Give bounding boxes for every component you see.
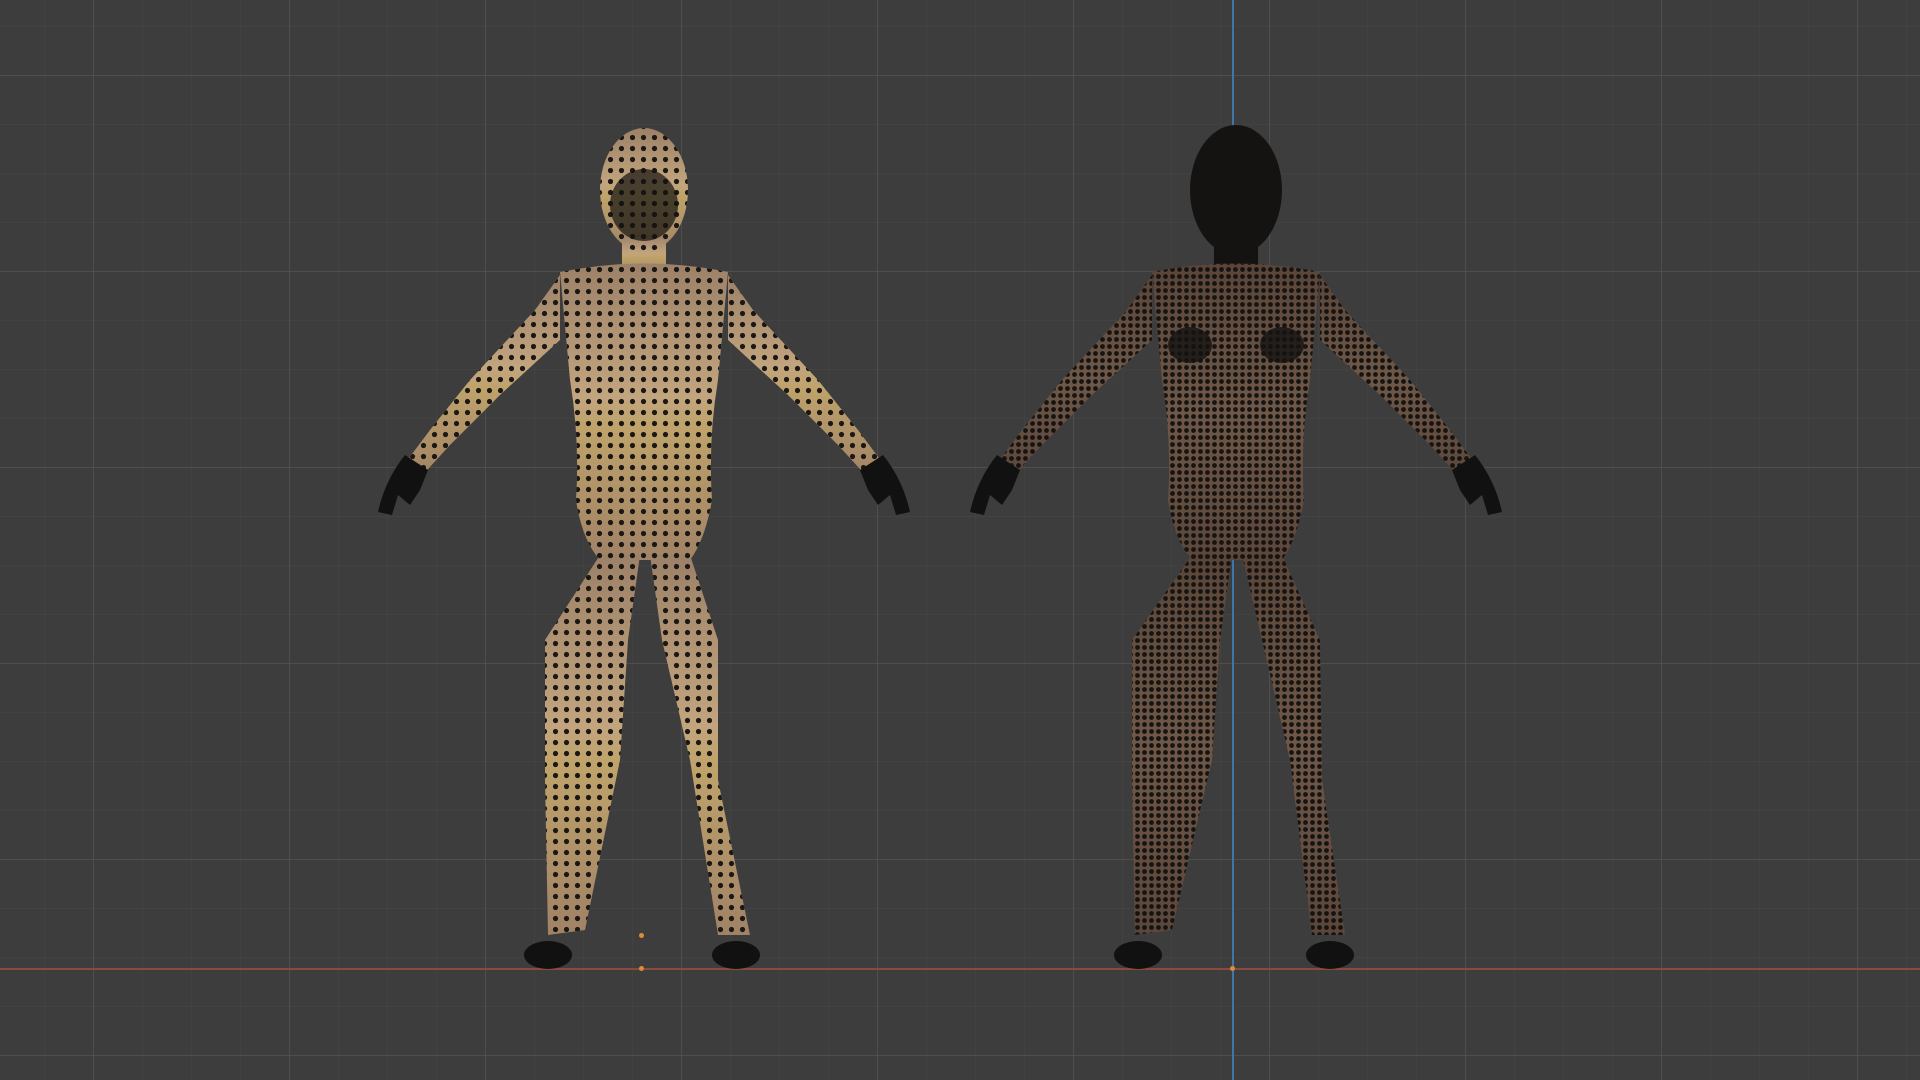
3d-viewport[interactable] [0,0,1920,1080]
origin-marker[interactable] [639,933,644,938]
origin-marker[interactable] [1230,966,1235,971]
dark-character-mesh[interactable] [0,0,1920,1080]
origin-marker[interactable] [639,966,644,971]
